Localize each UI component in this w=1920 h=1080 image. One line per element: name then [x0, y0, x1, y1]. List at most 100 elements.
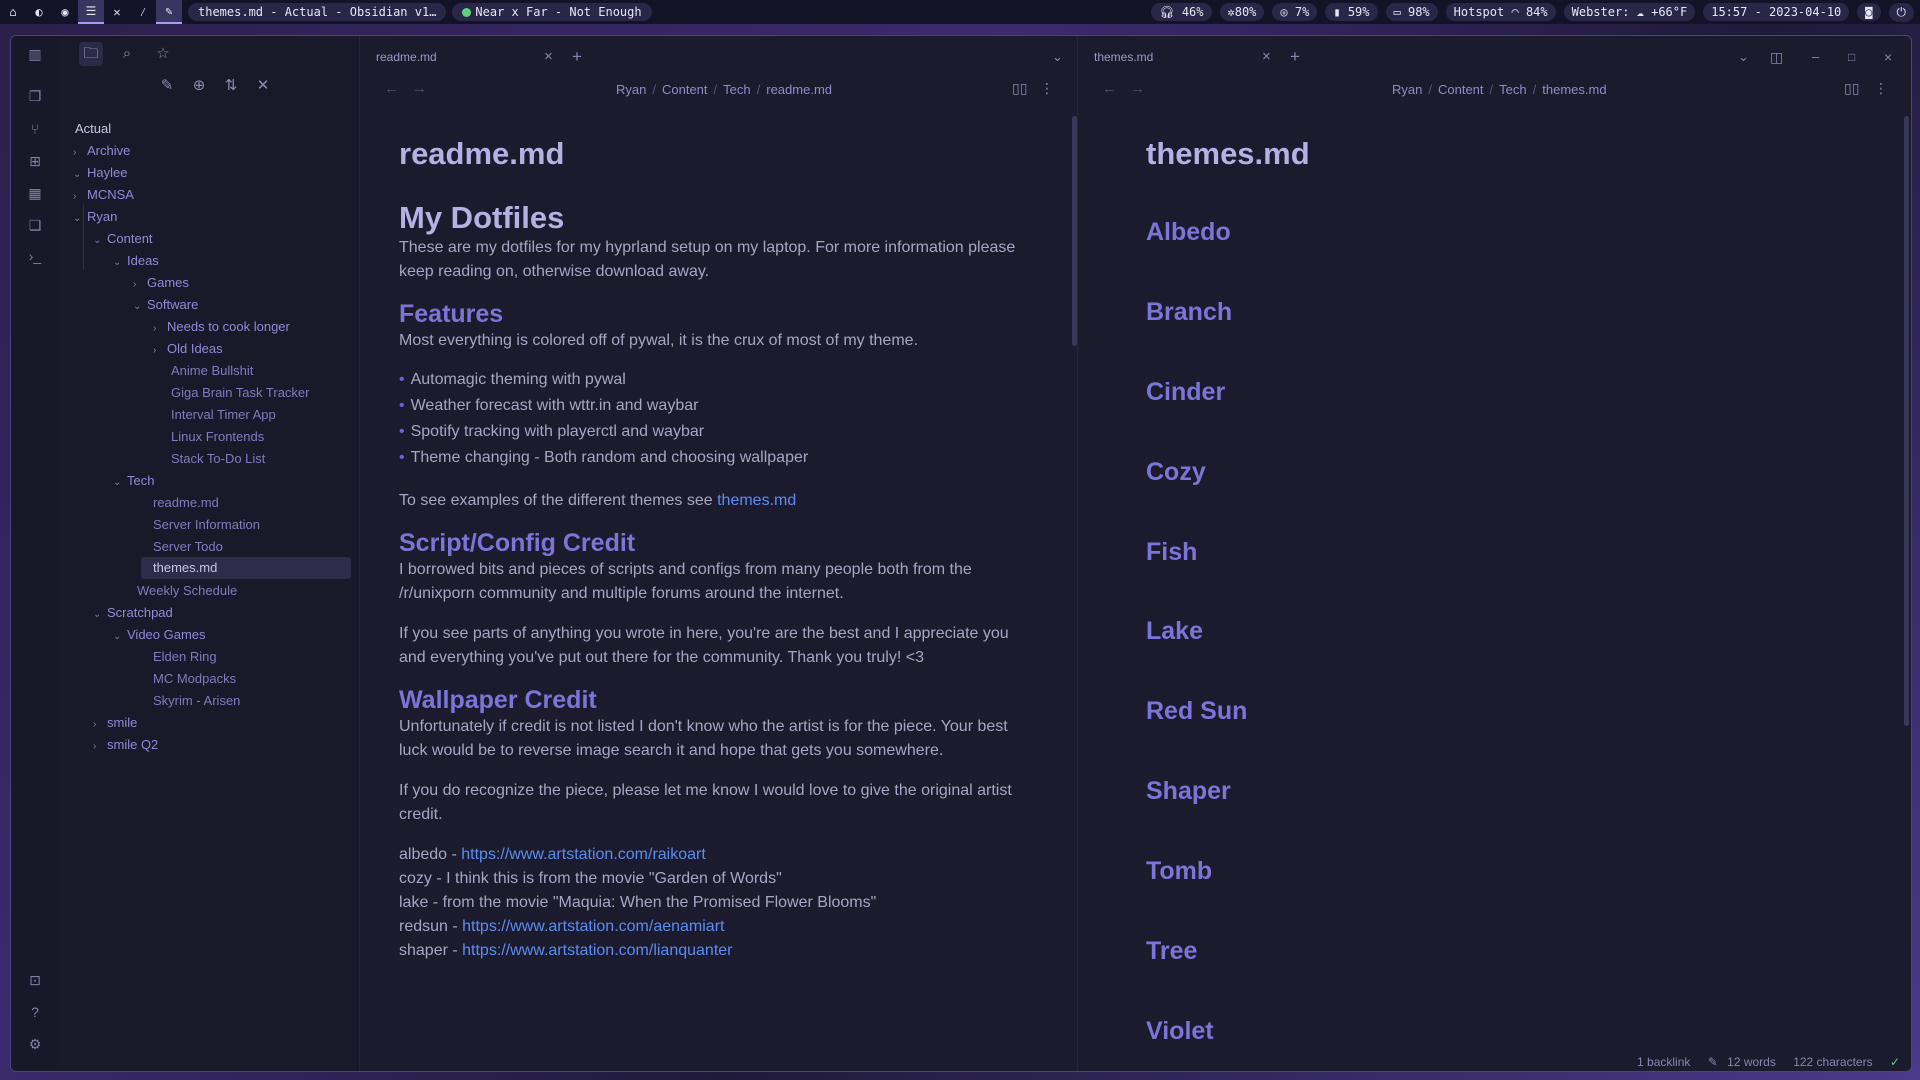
- file-anime-bullshit[interactable]: Anime Bullshit: [171, 360, 253, 382]
- folder-archive[interactable]: › Archive: [73, 140, 130, 162]
- workspace-7-icon[interactable]: ✎: [156, 0, 182, 24]
- folder-tech[interactable]: ⌄ Tech: [113, 470, 154, 492]
- crumb[interactable]: Content: [1438, 82, 1484, 97]
- split-view-icon[interactable]: ◫: [1770, 44, 1783, 70]
- crumb-current[interactable]: themes.md: [1542, 82, 1606, 97]
- file-readme[interactable]: readme.md: [153, 492, 219, 514]
- workspace-3-icon[interactable]: ◉: [52, 0, 78, 24]
- back-arrow-icon[interactable]: ←: [384, 80, 399, 97]
- settings-gear-icon[interactable]: ⚙: [25, 1034, 45, 1054]
- tab-list-chevron-icon[interactable]: ⌄: [1052, 44, 1063, 70]
- themes-link[interactable]: themes.md: [717, 492, 796, 509]
- minimize-icon[interactable]: –: [1812, 44, 1819, 70]
- new-tab-icon[interactable]: +: [1290, 44, 1300, 70]
- tab-list-chevron-icon[interactable]: ⌄: [1738, 44, 1749, 70]
- workspace-4-icon[interactable]: ☰: [78, 0, 104, 24]
- new-tab-icon[interactable]: +: [572, 44, 582, 70]
- canvas-icon[interactable]: ⊞: [25, 151, 45, 171]
- templates-icon[interactable]: ❏: [25, 215, 45, 235]
- sort-icon[interactable]: ⇅: [219, 74, 243, 98]
- more-options-icon[interactable]: ⋮: [1040, 80, 1054, 97]
- file-giga-brain-task-tracker[interactable]: Giga Brain Task Tracker: [171, 382, 309, 404]
- sync-status-icon[interactable]: ✓: [1890, 1055, 1900, 1069]
- file-server-information[interactable]: Server Information: [153, 514, 260, 536]
- discord-icon[interactable]: ◙: [1857, 3, 1881, 21]
- edit-pencil-icon[interactable]: ✎: [1708, 1055, 1718, 1069]
- command-palette-icon[interactable]: ›_: [25, 246, 45, 266]
- forward-arrow-icon[interactable]: →: [1130, 80, 1145, 97]
- file-linux-frontends[interactable]: Linux Frontends: [171, 426, 264, 448]
- file-server-todo[interactable]: Server Todo: [153, 536, 223, 558]
- folder-old-ideas[interactable]: › Old Ideas: [153, 338, 223, 360]
- network-module[interactable]: Hotspot ◠ 84%: [1445, 3, 1556, 21]
- workspace-6-icon[interactable]: ⁄: [130, 0, 156, 24]
- tab-themes[interactable]: themes.md: [1094, 44, 1153, 70]
- backlink-count[interactable]: 1 backlink: [1637, 1055, 1690, 1069]
- open-vault-icon[interactable]: ⊡: [25, 970, 45, 990]
- more-options-icon[interactable]: ⋮: [1874, 80, 1888, 97]
- file-mc-modpacks[interactable]: MC Modpacks: [153, 668, 236, 690]
- power-icon[interactable]: ⏻: [1888, 2, 1914, 22]
- scrollbar-right[interactable]: [1904, 116, 1909, 726]
- back-arrow-icon[interactable]: ←: [1102, 80, 1117, 97]
- close-tab-icon[interactable]: ×: [1262, 44, 1271, 70]
- weather-module[interactable]: Webster: ☁ +66°F: [1563, 3, 1696, 21]
- credit-link[interactable]: https://www.artstation.com/aenamiart: [462, 918, 724, 935]
- folder-games[interactable]: › Games: [133, 272, 189, 294]
- crumb[interactable]: Ryan: [616, 82, 646, 97]
- reading-view-book-icon[interactable]: ▯▯: [1012, 80, 1027, 97]
- credit-link[interactable]: https://www.artstation.com/lianquanter: [462, 942, 732, 959]
- file-interval-timer-app[interactable]: Interval Timer App: [171, 404, 276, 426]
- credit-link[interactable]: https://www.artstation.com/raikoart: [461, 846, 706, 863]
- file-elden-ring[interactable]: Elden Ring: [153, 646, 217, 668]
- open-quick-switcher-icon[interactable]: ❐: [25, 86, 45, 106]
- folder-video-games[interactable]: ⌄ Video Games: [113, 624, 206, 646]
- collapse-all-icon[interactable]: ✕: [251, 74, 275, 98]
- crumb[interactable]: Ryan: [1392, 82, 1422, 97]
- bookmarks-star-icon[interactable]: ☆: [151, 42, 175, 66]
- folder-ryan[interactable]: ⌄ Ryan: [73, 206, 117, 228]
- media-player[interactable]: Near x Far - Not Enough: [452, 3, 652, 21]
- battery-module[interactable]: ▭ 98%: [1385, 3, 1438, 21]
- folder-ideas[interactable]: ⌄ Ideas: [113, 250, 159, 272]
- help-icon[interactable]: ?: [25, 1002, 45, 1022]
- file-themes-selected[interactable]: themes.md: [141, 557, 351, 579]
- workspace-5-icon[interactable]: ✕: [104, 0, 130, 24]
- toggle-sidebar-icon[interactable]: ▥: [25, 44, 45, 64]
- new-folder-icon[interactable]: ⊕: [187, 74, 211, 98]
- headphones-module[interactable]: 🎧︎ 46%: [1151, 3, 1212, 21]
- folder-scratchpad[interactable]: ⌄ Scratchpad: [93, 602, 173, 624]
- crumb[interactable]: Tech: [723, 82, 750, 97]
- folder-smile-q2[interactable]: › smile Q2: [93, 734, 158, 756]
- maximize-icon[interactable]: □: [1848, 44, 1855, 70]
- folder-software[interactable]: ⌄ Software: [133, 294, 198, 316]
- window-close-icon[interactable]: ×: [1884, 44, 1892, 70]
- close-tab-icon[interactable]: ×: [544, 44, 553, 70]
- note-title[interactable]: readme.md: [399, 136, 1019, 172]
- new-note-icon[interactable]: ✎: [155, 74, 179, 98]
- crumb[interactable]: Content: [662, 82, 708, 97]
- workspace-2-icon[interactable]: ◐: [26, 0, 52, 24]
- folder-haylee[interactable]: ⌄ Haylee: [73, 162, 127, 184]
- file-stack-to-do-list[interactable]: Stack To-Do List: [171, 448, 265, 470]
- memory-module[interactable]: ▮ 59%: [1325, 3, 1378, 21]
- folder-mcnsa[interactable]: › MCNSA: [73, 184, 134, 206]
- daily-note-icon[interactable]: ▦: [25, 183, 45, 203]
- note-title[interactable]: themes.md: [1146, 136, 1310, 172]
- crumb-current[interactable]: readme.md: [766, 82, 832, 97]
- file-skyrim-arisen[interactable]: Skyrim - Arisen: [153, 690, 240, 712]
- search-icon[interactable]: ⌕: [115, 42, 139, 66]
- crumb[interactable]: Tech: [1499, 82, 1526, 97]
- reading-view-book-icon[interactable]: ▯▯: [1844, 80, 1859, 97]
- tab-readme[interactable]: readme.md: [376, 44, 437, 70]
- files-folder-icon[interactable]: 🗀︎: [79, 42, 103, 66]
- graph-view-icon[interactable]: ⑂: [25, 119, 45, 139]
- forward-arrow-icon[interactable]: →: [412, 80, 427, 97]
- workspace-1-icon[interactable]: ⌂: [0, 0, 26, 24]
- folder-smile[interactable]: › smile: [93, 712, 137, 734]
- file-weekly-schedule[interactable]: Weekly Schedule: [137, 580, 237, 602]
- clock[interactable]: 15:57 - 2023-04-10: [1703, 3, 1850, 21]
- cpu-module[interactable]: ✲80%: [1219, 3, 1265, 21]
- folder-content[interactable]: ⌄ Content: [93, 228, 153, 250]
- disk-module[interactable]: ◎ 7%: [1272, 3, 1318, 21]
